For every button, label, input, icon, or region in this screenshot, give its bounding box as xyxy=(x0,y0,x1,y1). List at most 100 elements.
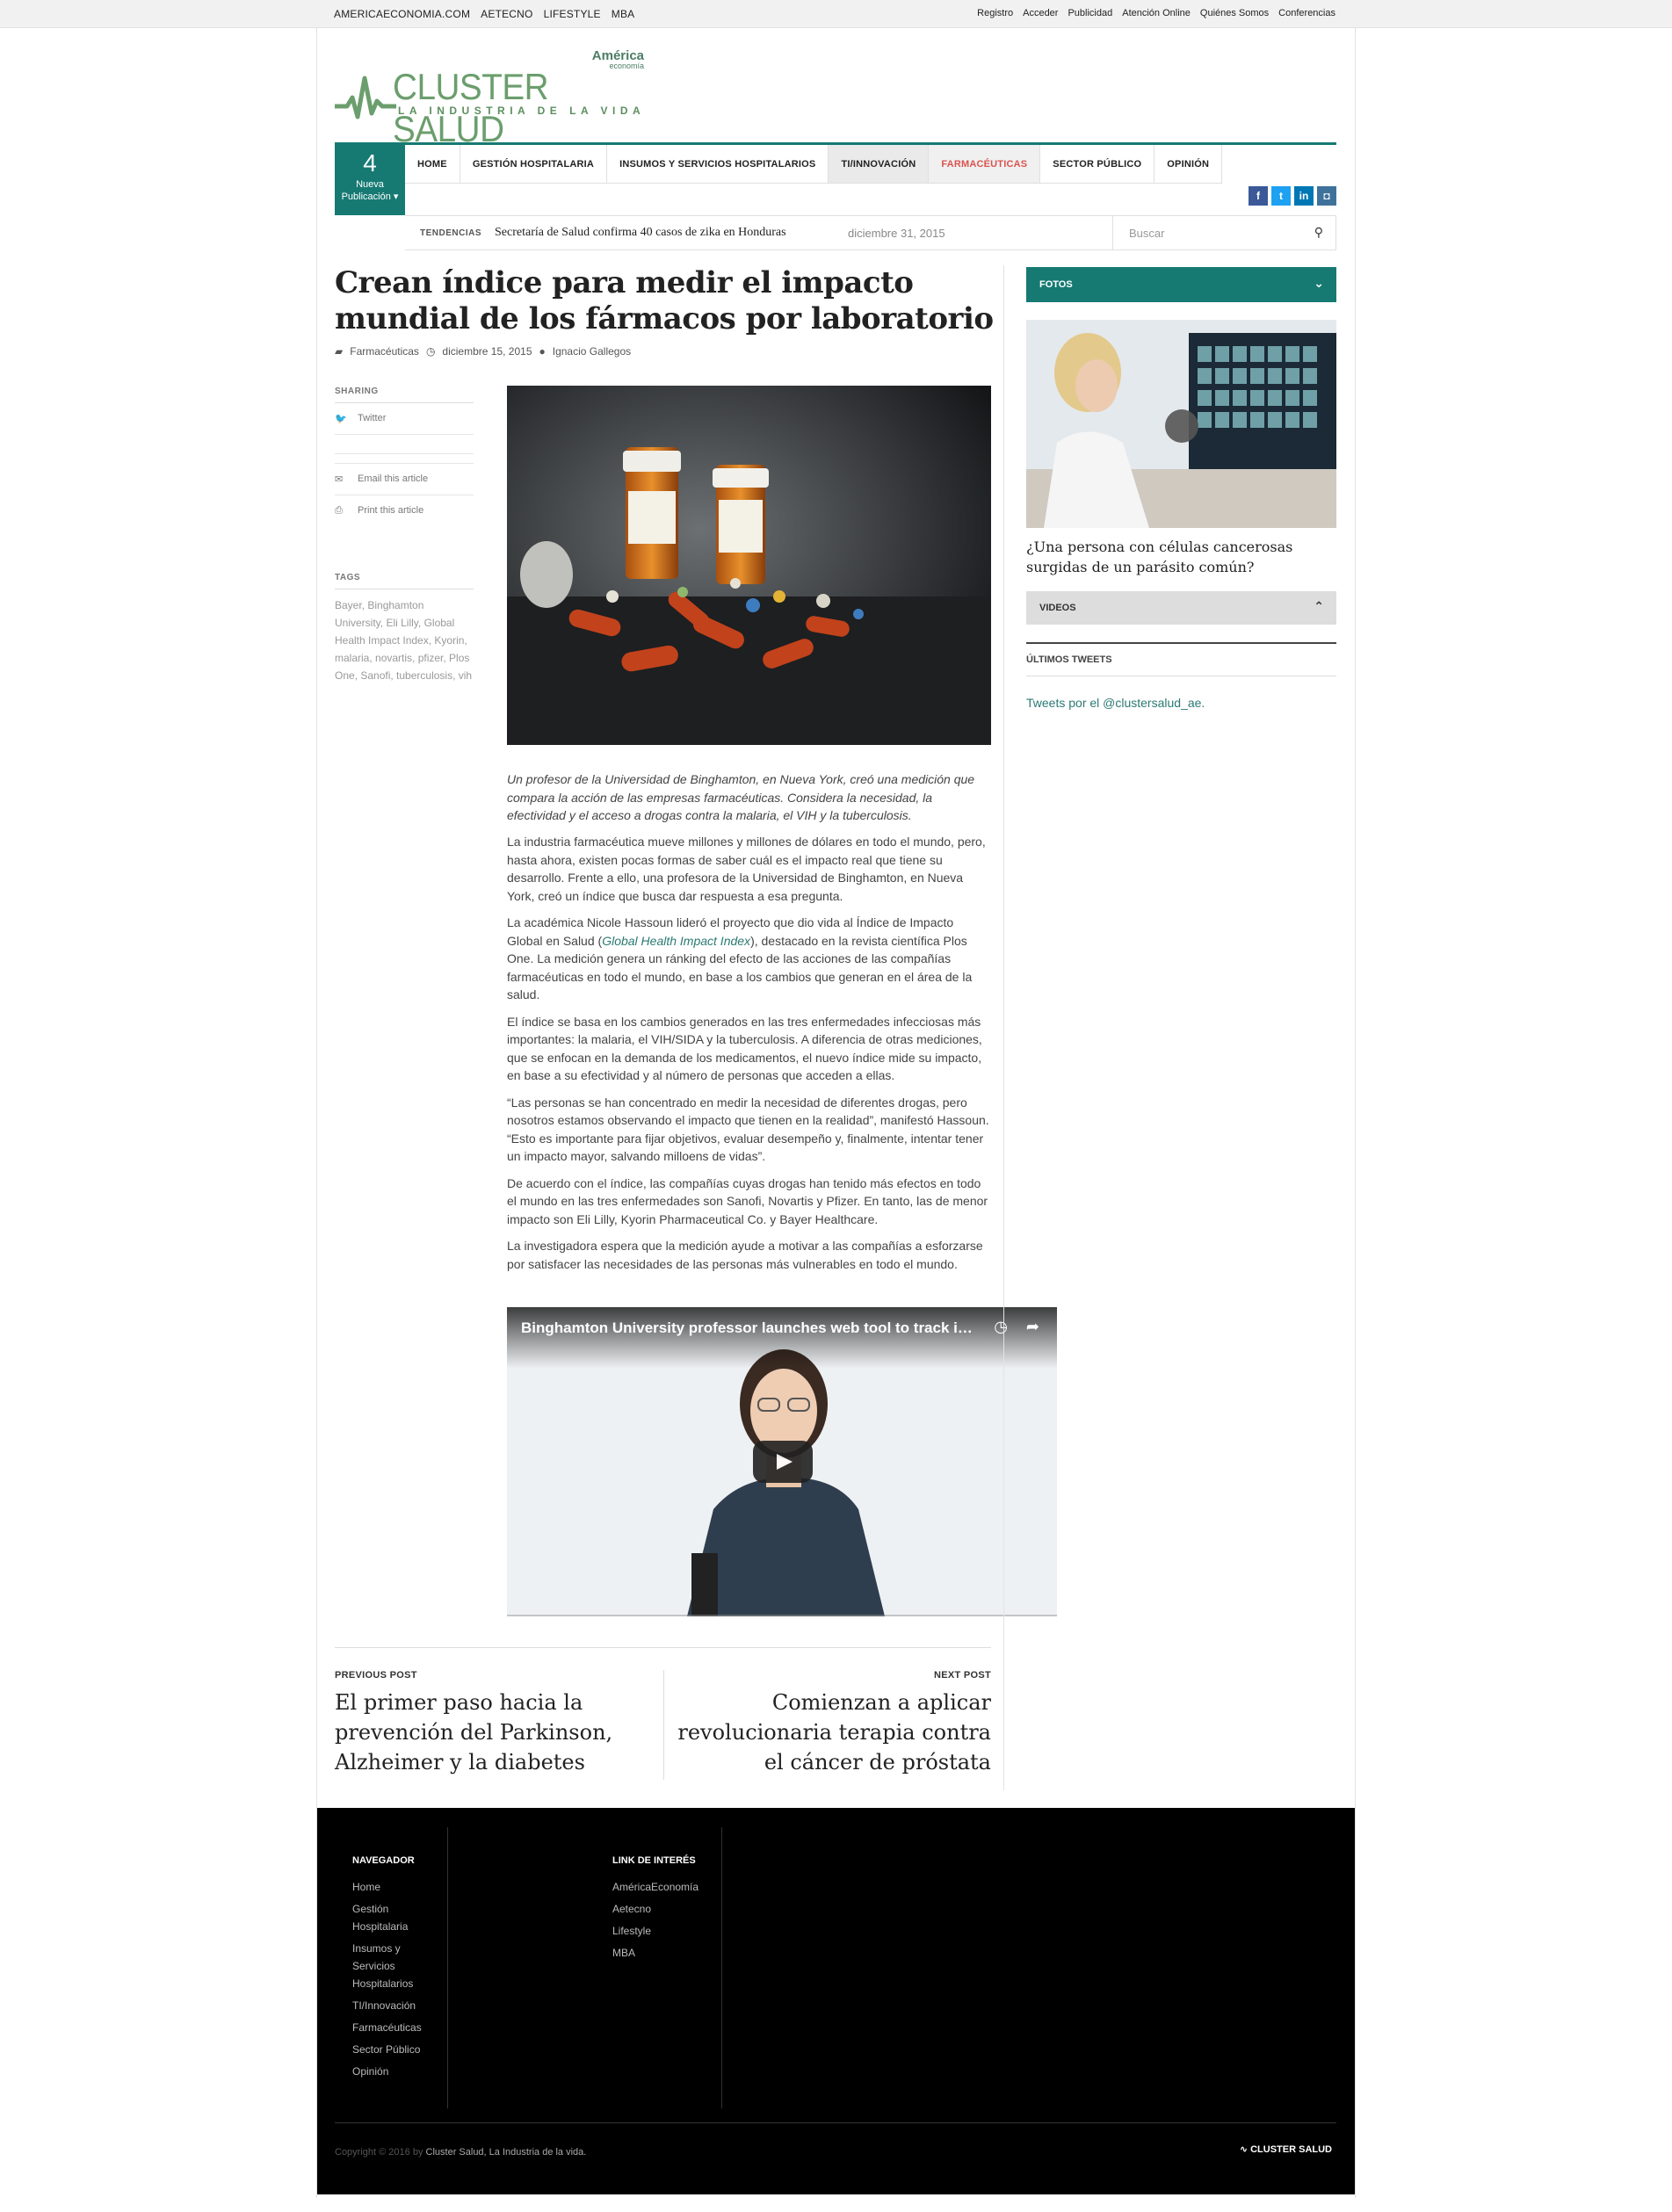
search-input[interactable]: Buscar xyxy=(1129,227,1164,240)
article-image xyxy=(507,386,991,745)
footer-divider xyxy=(721,1827,722,2108)
clock-icon: ◷ xyxy=(425,345,436,358)
nav-gestion-hospitalaria[interactable]: GESTIÓN HOSPITALARIA xyxy=(460,145,608,183)
social-icons: f t in ◘ xyxy=(1249,186,1336,206)
footer: NAVEGADOR Home Gestión Hospitalaria Insu… xyxy=(317,1808,1355,2194)
footer-nav-opinion[interactable]: Opinión xyxy=(352,2063,423,2080)
footer-link-americaeconomia[interactable]: AméricaEconomía xyxy=(612,1878,698,1896)
camera-icon xyxy=(1165,409,1198,443)
previous-post-link[interactable]: PREVIOUS POST El primer paso hacia la pr… xyxy=(335,1648,662,1777)
footer-nav-home[interactable]: Home xyxy=(352,1878,423,1896)
folder-icon: ▰ xyxy=(335,345,344,358)
nav-farmaceuticas[interactable]: FARMACÉUTICAS xyxy=(929,145,1041,183)
videos-tab[interactable]: VIDEOS ⌃ xyxy=(1026,591,1336,625)
sidebar-photo[interactable] xyxy=(1026,320,1336,528)
top-network-links: AMERICAECONOMIA.COM AETECNO LIFESTYLE MB… xyxy=(334,8,634,20)
footer-rule xyxy=(335,2122,1336,2123)
previous-post-title: El primer paso hacia la prevención del P… xyxy=(335,1690,613,1775)
nav-home[interactable]: HOME xyxy=(405,145,460,183)
footer-link-aetecno[interactable]: Aetecno xyxy=(612,1900,698,1918)
nav-ti-innovacion[interactable]: TI/INNOVACIÓN xyxy=(829,145,930,183)
footer-nav-list: Home Gestión Hospitalaria Insumos y Serv… xyxy=(352,1878,423,2080)
footer-link-lifestyle[interactable]: Lifestyle xyxy=(612,1922,698,1940)
video-title[interactable]: Binghamton University professor launches… xyxy=(521,1319,978,1337)
tags-list[interactable]: Bayer, Binghamton University, Eli Lilly,… xyxy=(335,596,474,684)
footer-nav-sector-publico[interactable]: Sector Público xyxy=(352,2041,423,2058)
publication-label-2: Publicación ▾ xyxy=(341,192,399,202)
article-paragraph: La académica Nicole Hassoun lideró el pr… xyxy=(507,914,991,1004)
nav-sector-publico[interactable]: SECTOR PÚBLICO xyxy=(1040,145,1155,183)
nav-insumos[interactable]: INSUMOS Y SERVICIOS HOSPITALARIOS xyxy=(607,145,829,183)
top-account-links: Registro Acceder Publicidad Atención Onl… xyxy=(977,8,1335,18)
share-email[interactable]: ✉ Email this article xyxy=(335,463,474,495)
share-divider xyxy=(335,435,474,454)
next-post-label: NEXT POST xyxy=(933,1670,991,1681)
nav-opinion[interactable]: OPINIÓN xyxy=(1154,145,1223,183)
image-caption: Un profesor de la Universidad de Bingham… xyxy=(507,772,975,822)
link-atencion-online[interactable]: Atención Online xyxy=(1122,8,1191,18)
footer-nav-ti[interactable]: TI/Innovación xyxy=(352,1997,423,2014)
footer-link-mba[interactable]: MBA xyxy=(612,1944,698,1962)
site-logo[interactable]: CLUSTER SALUD LA INDUSTRIA DE LA VIDA Am… xyxy=(335,48,651,149)
link-registro[interactable]: Registro xyxy=(977,8,1013,18)
link-acceder[interactable]: Acceder xyxy=(1023,8,1058,18)
videos-label: VIDEOS xyxy=(1039,603,1076,613)
linkedin-icon[interactable]: in xyxy=(1294,186,1314,206)
chevron-down-icon: ⌄ xyxy=(1314,276,1324,290)
tweets-link[interactable]: Tweets por el @clustersalud_ae. xyxy=(1026,696,1336,710)
link-aetecno[interactable]: AETECNO xyxy=(481,8,532,20)
trending-date: diciembre 31, 2015 xyxy=(848,227,945,240)
share-print[interactable]: ⎙ Print this article xyxy=(335,495,474,526)
search-box[interactable]: Buscar ⚲ xyxy=(1112,216,1335,249)
link-publicidad[interactable]: Publicidad xyxy=(1068,8,1112,18)
link-americaeconomia[interactable]: AMERICAECONOMIA.COM xyxy=(334,8,470,20)
footer-nav-heading: NAVEGADOR xyxy=(352,1855,415,1866)
copyright-name[interactable]: Cluster Salud, La Industria de la vida. xyxy=(426,2147,587,2158)
envelope-icon: ✉ xyxy=(335,474,344,485)
pill-bottles-photo xyxy=(507,386,991,745)
search-icon[interactable]: ⚲ xyxy=(1314,225,1323,240)
post-navigation: PREVIOUS POST El primer paso hacia la pr… xyxy=(335,1647,991,1780)
printer-icon: ⎙ xyxy=(335,505,343,516)
top-bar: AMERICAECONOMIA.COM AETECNO LIFESTYLE MB… xyxy=(0,0,1672,28)
nav-menu: HOME GESTIÓN HOSPITALARIA INSUMOS Y SERV… xyxy=(405,145,1223,184)
share-arrow-icon[interactable]: ➦ xyxy=(1026,1318,1039,1336)
tags-heading: TAGS xyxy=(335,573,474,589)
global-health-impact-link[interactable]: Global Health Impact Index xyxy=(602,934,750,948)
embedded-video[interactable]: Binghamton University professor launches… xyxy=(507,1307,1057,1616)
footer-links-heading: LINK DE INTERÉS xyxy=(612,1855,696,1866)
fotos-tab[interactable]: FOTOS ⌄ xyxy=(1026,267,1336,302)
link-mba[interactable]: MBA xyxy=(612,8,635,20)
twitter-icon[interactable]: t xyxy=(1271,186,1291,206)
link-lifestyle[interactable]: LIFESTYLE xyxy=(544,8,601,20)
share-twitter[interactable]: 🐦 Twitter xyxy=(335,403,474,435)
link-conferencias[interactable]: Conferencias xyxy=(1278,8,1335,18)
footer-nav-insumos[interactable]: Insumos y Servicios Hospitalarios xyxy=(352,1940,423,1992)
facebook-icon[interactable]: f xyxy=(1249,186,1268,206)
share-email-label: Email this article xyxy=(358,473,429,484)
watch-later-icon[interactable]: ◷ xyxy=(994,1318,1008,1336)
next-post-link[interactable]: NEXT POST Comienzan a aplicar revolucion… xyxy=(663,1648,991,1777)
article-paragraph: De acuerdo con el índice, las compañías … xyxy=(507,1175,988,1226)
fotos-label: FOTOS xyxy=(1039,279,1073,290)
trending-title[interactable]: Secretaría de Salud confirma 40 casos de… xyxy=(495,226,786,240)
article-category[interactable]: Farmacéuticas xyxy=(350,345,419,358)
main-navigation: 4 Nueva Publicación ▾ HOME GESTIÓN HOSPI… xyxy=(335,142,1336,252)
footer-nav-farmaceuticas[interactable]: Farmacéuticas xyxy=(352,2019,423,2036)
article-date: diciembre 15, 2015 xyxy=(442,345,532,358)
share-twitter-label: Twitter xyxy=(358,413,387,423)
logo-economia: economía xyxy=(609,61,644,70)
new-publication-button[interactable]: 4 Nueva Publicación ▾ xyxy=(335,145,405,215)
logo-tagline: LA INDUSTRIA DE LA VIDA xyxy=(398,105,646,117)
instagram-icon[interactable]: ◘ xyxy=(1317,186,1336,206)
sharing-heading: SHARING xyxy=(335,387,474,403)
article-body: La industria farmacéutica mueve millones… xyxy=(507,833,991,1282)
user-icon: ● xyxy=(539,345,546,358)
content-divider xyxy=(1003,265,1004,1790)
article-author[interactable]: Ignacio Gallegos xyxy=(553,345,631,358)
footer-nav-gestion[interactable]: Gestión Hospitalaria xyxy=(352,1900,423,1935)
footer-logo[interactable]: ∿ CLUSTER SALUD xyxy=(1240,2143,1332,2155)
play-button[interactable] xyxy=(753,1441,813,1483)
link-quienes-somos[interactable]: Quiénes Somos xyxy=(1200,8,1269,18)
sidebar-photo-caption[interactable]: ¿Una persona con células cancerosas surg… xyxy=(1026,537,1336,577)
